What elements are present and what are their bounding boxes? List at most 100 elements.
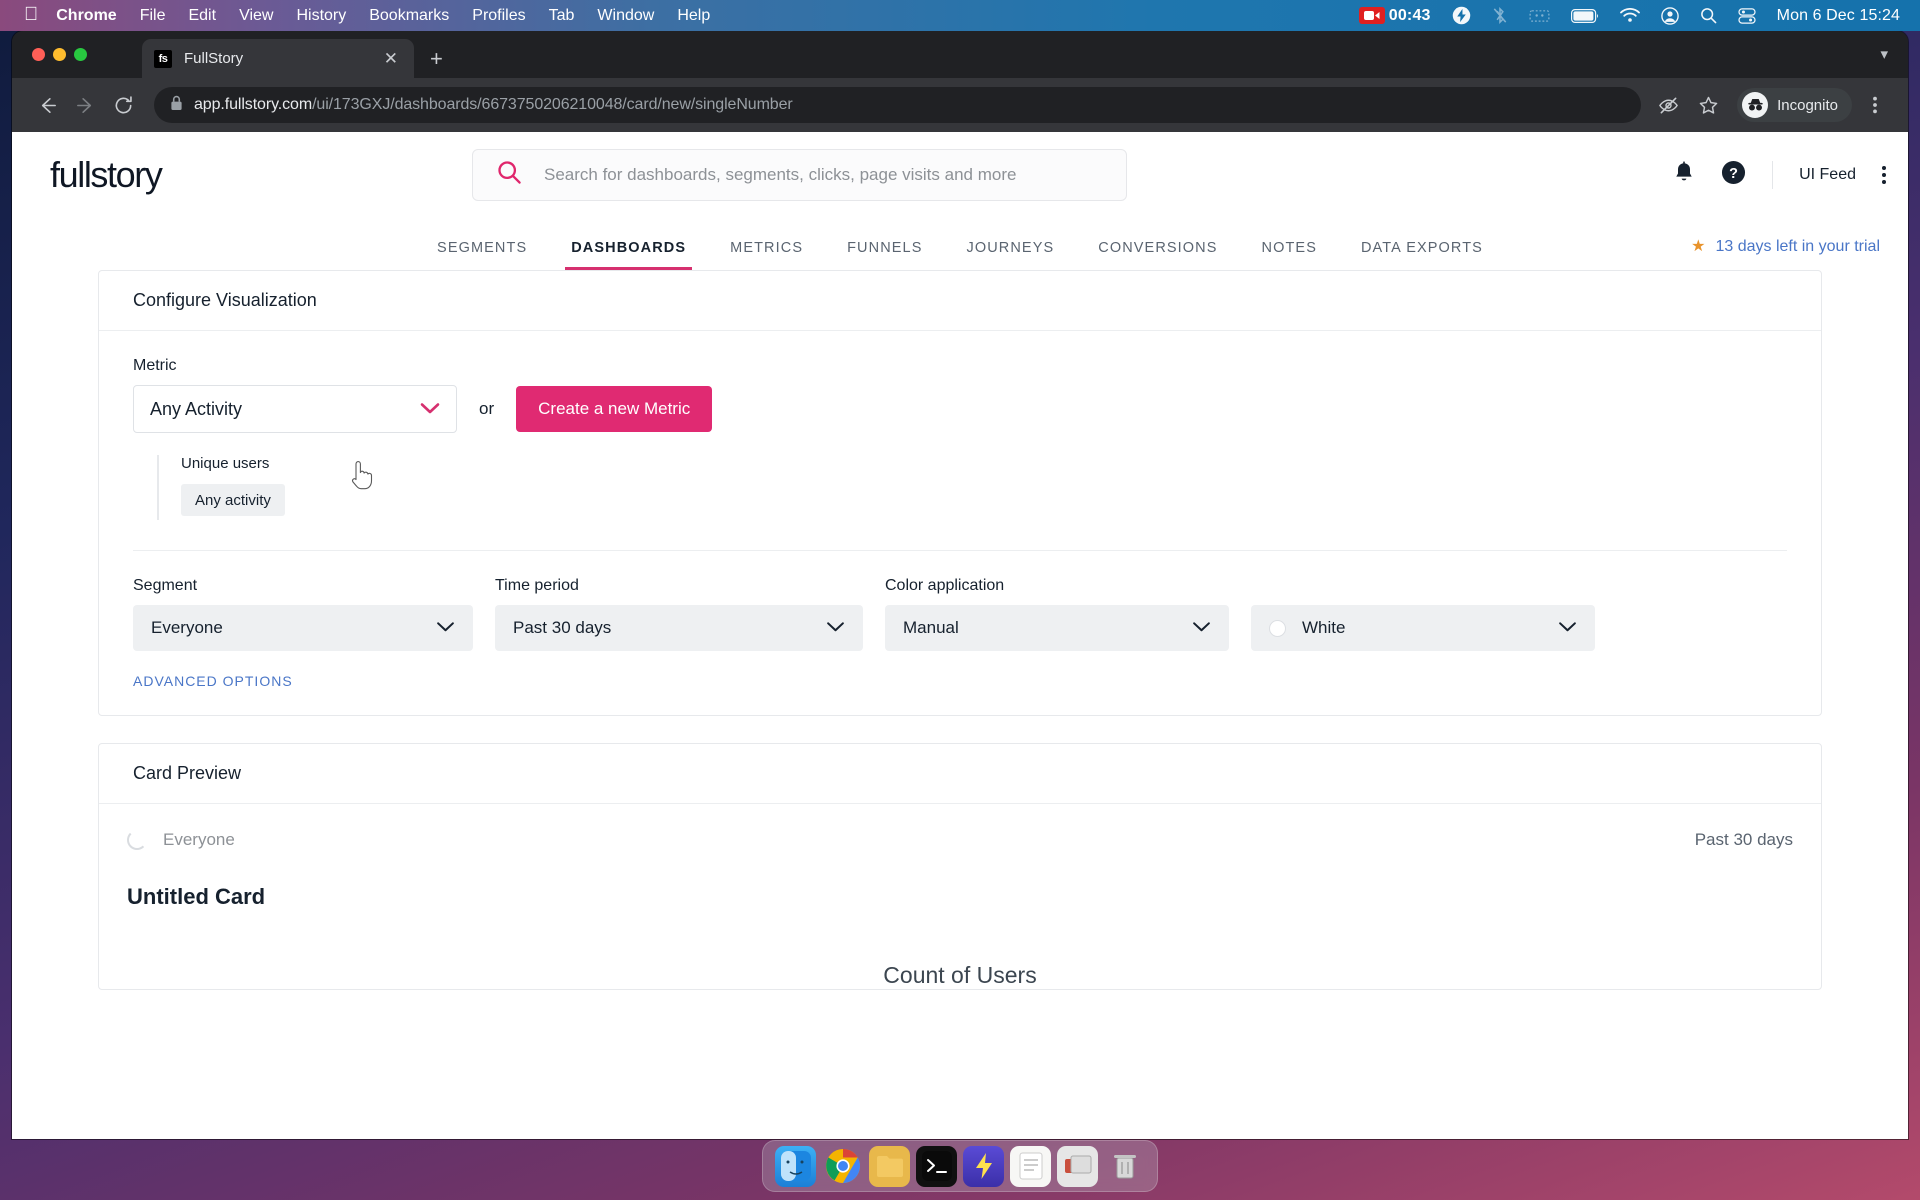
macos-menu-bar:  Chrome File Edit View History Bookmark… <box>0 0 1920 31</box>
chrome-icon[interactable] <box>822 1146 863 1187</box>
kebab-menu-icon[interactable] <box>1882 166 1886 184</box>
menu-item-view[interactable]: View <box>239 7 273 25</box>
color-swatch-spacer <box>1251 577 1595 595</box>
kebab-menu-icon[interactable] <box>1858 88 1892 122</box>
finder-icon[interactable] <box>775 1145 816 1187</box>
help-icon[interactable]: ? <box>1721 160 1746 190</box>
color-application-label: Color application <box>885 577 1005 594</box>
menu-item-bookmarks[interactable]: Bookmarks <box>369 7 449 25</box>
spotlight-search-icon[interactable] <box>1700 7 1717 24</box>
bell-icon[interactable] <box>1673 161 1695 189</box>
minimize-window-button[interactable] <box>53 48 66 61</box>
screen-recording-indicator[interactable]: 00:43 <box>1358 6 1431 25</box>
menu-item-window[interactable]: Window <box>597 7 654 25</box>
chevron-down-icon <box>420 399 440 420</box>
reload-icon[interactable] <box>104 86 142 124</box>
color-swatch-value: White <box>1302 618 1346 637</box>
maximize-window-button[interactable] <box>74 48 87 61</box>
time-period-select[interactable]: Past 30 days <box>495 605 863 651</box>
tab-conversions[interactable]: CONVERSIONS <box>1076 240 1239 270</box>
tab-notes[interactable]: NOTES <box>1240 240 1339 270</box>
bolt-icon[interactable] <box>1452 6 1471 25</box>
color-application-select-value: Manual <box>903 618 959 637</box>
forward-arrow-icon[interactable] <box>66 86 104 124</box>
terminal-icon[interactable] <box>916 1145 957 1187</box>
star-icon: ★ <box>1691 238 1706 255</box>
segment-select-value: Everyone <box>151 618 223 637</box>
tab-segments[interactable]: SEGMENTS <box>415 240 549 270</box>
eye-slash-icon[interactable] <box>1651 88 1685 122</box>
card-segment-name: Everyone <box>163 830 235 849</box>
color-application-select[interactable]: Manual <box>885 605 1229 651</box>
address-bar[interactable]: app.fullstory.com/ui/173GXJ/dashboards/6… <box>154 87 1642 123</box>
control-center-icon[interactable] <box>1738 7 1756 24</box>
card-preview-panel: Card Preview Everyone Past 30 days Untit… <box>98 743 1822 990</box>
time-period-field: Time period Past 30 days <box>495 577 863 651</box>
notes-icon[interactable] <box>1010 1145 1051 1187</box>
browser-toolbar: app.fullstory.com/ui/173GXJ/dashboards/6… <box>12 78 1908 132</box>
app-header: fullstory Search for dashboards, segment… <box>12 132 1908 218</box>
plus-icon[interactable]: + <box>430 48 443 70</box>
color-application-field: Color application Manual <box>885 577 1229 651</box>
chevron-down-icon[interactable]: ▾ <box>1880 45 1888 63</box>
browser-tab-fullstory[interactable]: fs FullStory ✕ <box>142 39 414 78</box>
preview-icon[interactable] <box>1057 1145 1098 1187</box>
tab-strip: fs FullStory ✕ + ▾ <box>12 31 1908 78</box>
back-arrow-icon[interactable] <box>28 86 66 124</box>
bluetooth-off-icon[interactable] <box>1492 6 1508 25</box>
menu-bar-clock[interactable]: Mon 6 Dec 15:24 <box>1777 7 1900 25</box>
battery-icon[interactable] <box>1570 8 1599 23</box>
tab-dashboards[interactable]: DASHBOARDS <box>549 240 708 270</box>
trial-banner[interactable]: ★ 13 days left in your trial <box>1691 238 1880 256</box>
account-label[interactable]: UI Feed <box>1799 166 1856 184</box>
menu-item-profiles[interactable]: Profiles <box>472 7 525 25</box>
apple-icon[interactable]:  <box>24 5 38 24</box>
account-icon[interactable] <box>1660 6 1679 25</box>
metric-label: Metric <box>133 357 177 374</box>
recording-timer: 00:43 <box>1388 6 1431 24</box>
svg-text:?: ? <box>1729 166 1738 182</box>
macos-dock <box>762 1140 1158 1192</box>
fullstory-logo[interactable]: fullstory <box>50 154 163 196</box>
card-time-range: Past 30 days <box>1694 830 1793 849</box>
metric-select[interactable]: Any Activity <box>133 385 457 433</box>
files-icon[interactable] <box>869 1145 910 1187</box>
chevron-down-icon <box>1558 618 1577 638</box>
chrome-browser-window: fs FullStory ✕ + ▾ app.fullstory.com/ui/… <box>12 31 1908 1139</box>
header-divider <box>1772 161 1774 189</box>
tab-metrics[interactable]: METRICS <box>708 240 825 270</box>
menu-item-history[interactable]: History <box>296 7 346 25</box>
card-title[interactable]: Untitled Card <box>123 850 1797 910</box>
color-swatch-select[interactable]: White <box>1251 605 1595 651</box>
close-window-button[interactable] <box>32 48 45 61</box>
search-icon <box>497 160 522 190</box>
tab-funnels[interactable]: FUNNELS <box>825 240 944 270</box>
keyboard-brightness-icon[interactable] <box>1529 8 1550 23</box>
address-bar-url: app.fullstory.com/ui/173GXJ/dashboards/6… <box>194 96 793 114</box>
close-icon[interactable]: ✕ <box>380 48 402 69</box>
create-new-metric-button[interactable]: Create a new Metric <box>516 386 713 432</box>
search-input[interactable]: Search for dashboards, segments, clicks,… <box>472 149 1127 201</box>
card-preview-title: Card Preview <box>99 744 1821 804</box>
metric-detail-heading: Unique users <box>181 455 270 472</box>
bolt-icon[interactable] <box>963 1145 1004 1187</box>
wifi-icon[interactable] <box>1619 8 1640 23</box>
advanced-options-link[interactable]: ADVANCED OPTIONS <box>99 651 1821 715</box>
page-viewport: fullstory Search for dashboards, segment… <box>12 132 1908 1139</box>
menu-item-help[interactable]: Help <box>677 7 710 25</box>
menu-item-chrome[interactable]: Chrome <box>56 7 116 25</box>
tab-journeys[interactable]: JOURNEYS <box>944 240 1076 270</box>
menu-item-file[interactable]: File <box>140 7 166 25</box>
segment-select[interactable]: Everyone <box>133 605 473 651</box>
star-icon[interactable] <box>1691 88 1725 122</box>
metric-detail-chip[interactable]: Any activity <box>181 484 285 516</box>
menu-item-tab[interactable]: Tab <box>549 7 575 25</box>
menu-item-edit[interactable]: Edit <box>188 7 216 25</box>
incognito-badge[interactable]: Incognito <box>1737 88 1852 122</box>
window-traffic-lights[interactable] <box>32 48 87 61</box>
url-host: app.fullstory.com <box>194 96 313 113</box>
screen-record-icon <box>1358 7 1385 24</box>
configuration-fields: Segment Everyone Time period Past 30 day… <box>99 551 1821 651</box>
tab-data-exports[interactable]: DATA EXPORTS <box>1339 240 1505 270</box>
trash-icon[interactable] <box>1104 1146 1145 1187</box>
